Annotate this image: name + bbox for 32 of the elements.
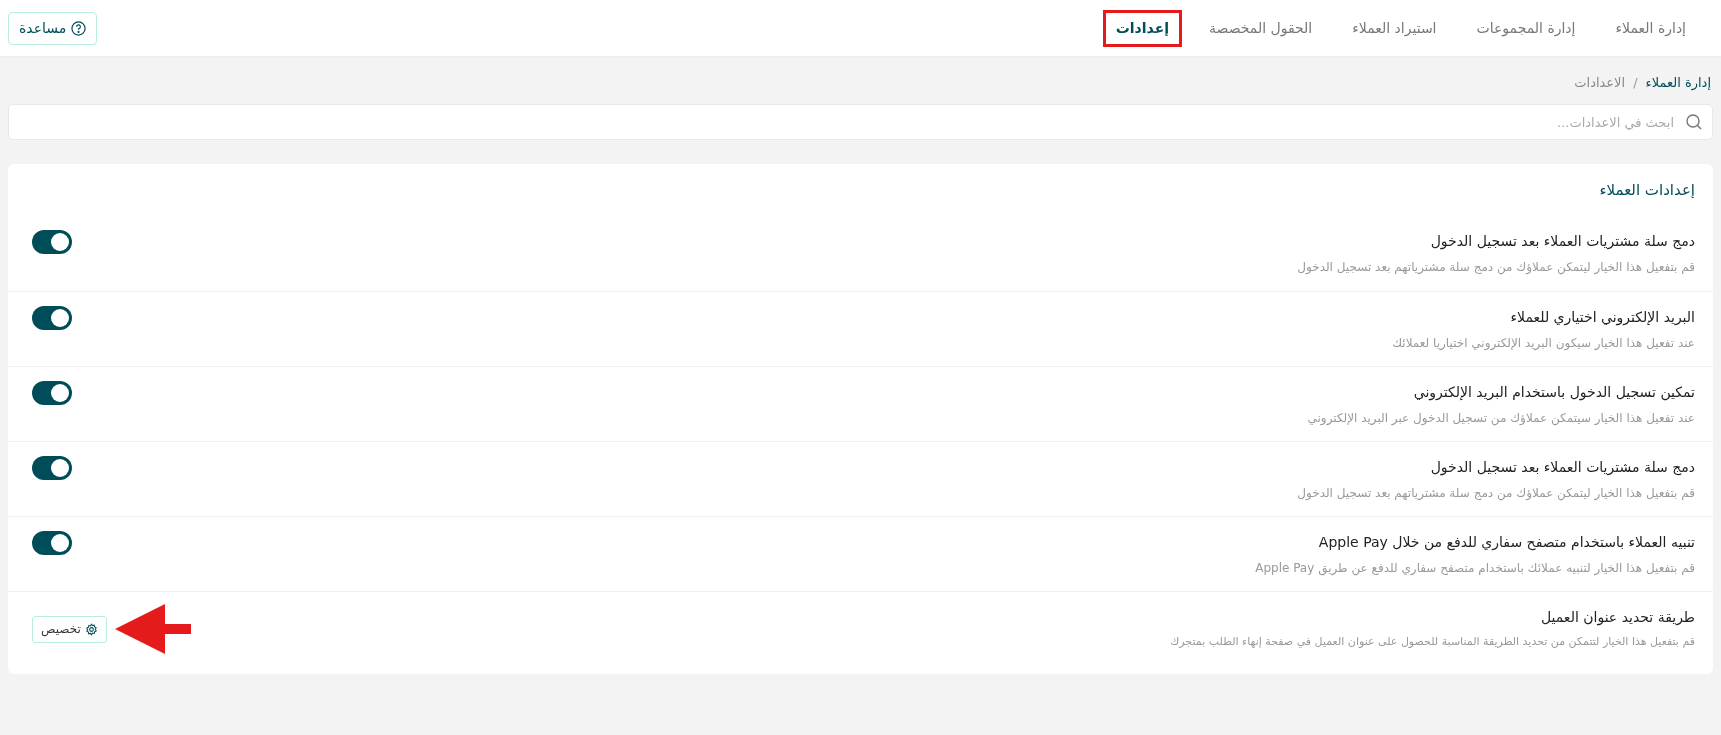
nav-tab[interactable]: إدارة المجموعات <box>1463 9 1589 47</box>
setting-description: عند تفعيل هذا الخيار سيتمكن عملاؤك من تسجيل الدخول عبر البريد الإلكتروني <box>1307 409 1695 427</box>
help-button[interactable]: مساعدة <box>8 11 98 45</box>
setting-title: تنبيه العملاء باستخدام متصفح سفاري للدفع من خلال Apple Pay <box>1317 532 1695 553</box>
nav-tab[interactable]: إعدادات <box>1102 9 1182 47</box>
setting-description: قم بتفعيل هذا الخيار لتتمكن من تحديد الطريقة المناسبة للحصول على عنوان العميل في صفحة إنهاء الطلب بمتجرك <box>1170 634 1695 651</box>
breadcrumb-link[interactable]: إدارة العملاء <box>1645 73 1711 93</box>
setting-description: عند تفعيل هذا الخيار سيكون البريد الإلكتروني اختياريا لعملائك <box>1392 334 1695 352</box>
setting-description: قم بتفعيل هذا الخيار ليتمكن عملاؤك من دمج سلة مشترياتهم بعد تسجيل الدخول <box>1297 484 1695 502</box>
breadcrumb-separator: / <box>1633 74 1638 93</box>
nav-tab[interactable]: إدارة العملاء <box>1602 9 1699 47</box>
nav-tab[interactable]: استيراد العملاء <box>1339 9 1450 47</box>
search-icon <box>1685 113 1703 131</box>
toggle-switch[interactable] <box>32 456 72 480</box>
setting-title: دمج سلة مشتريات العملاء بعد تسجيل الدخول <box>1429 232 1695 252</box>
toggle-switch[interactable] <box>32 381 72 405</box>
breadcrumb-current: الاعدادات <box>1574 74 1626 93</box>
search-field[interactable]: ابحث في الاعدادات... <box>8 104 1713 140</box>
setting-description: قم بتفعيل هذا الخيار ليتمكن عملاؤك من دمج سلة مشترياتهم بعد تسجيل الدخول <box>1297 259 1695 276</box>
customize-button[interactable]: تخصيص <box>32 615 107 643</box>
setting-description: قم بتفعيل هذا الخيار لتنبيه عملائك باستخدام متصفح سفاري للدفع عن طريق Apple Pay <box>1255 559 1695 577</box>
setting-title: دمج سلة مشتريات العملاء بعد تسجيل الدخول <box>1429 457 1695 478</box>
toggle-switch[interactable] <box>32 230 72 254</box>
setting-title: تمكين تسجيل الدخول باستخدام البريد الإلكتروني <box>1412 382 1695 403</box>
card-title: إعدادات العملاء <box>1598 179 1696 201</box>
setting-title: البريد الإلكتروني اختياري للعملاء <box>1509 307 1695 328</box>
settings-icon <box>84 622 98 636</box>
toggle-switch[interactable] <box>32 531 72 555</box>
setting-title: طريقة تحديد عنوان العميل <box>1539 608 1695 628</box>
help-icon <box>71 20 87 36</box>
nav-tab[interactable]: الحقول المخصصة <box>1196 9 1326 47</box>
toggle-switch[interactable] <box>32 306 72 330</box>
